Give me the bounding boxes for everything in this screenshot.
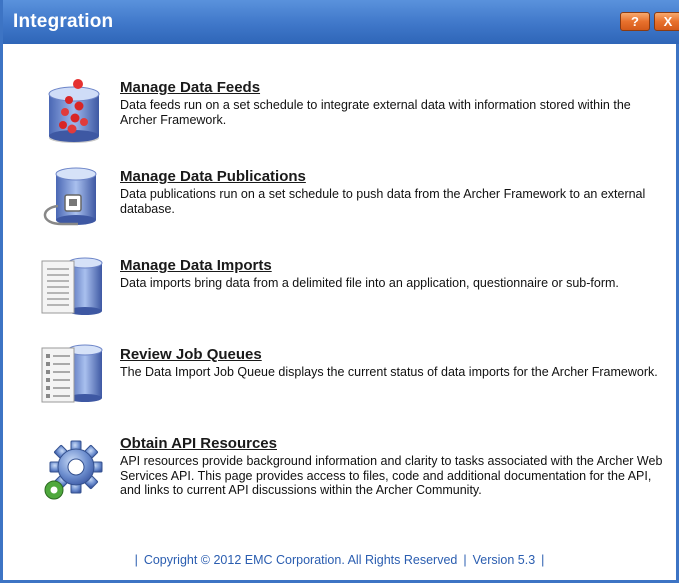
obtain-api-resources-link[interactable]: Obtain API Resources	[120, 435, 277, 452]
manage-data-publications-description: Data publications run on a set schedule …	[120, 187, 646, 216]
manage-data-publications-link[interactable]: Manage Data Publications	[120, 168, 306, 185]
footer: | Copyright © 2012 EMC Corporation. All R…	[3, 553, 676, 567]
review-job-queues-link[interactable]: Review Job Queues	[120, 346, 262, 363]
footer-separator: |	[134, 553, 138, 567]
data-imports-icon[interactable]	[38, 255, 108, 325]
copyright-text: Copyright © 2012 EMC Corporation. All Ri…	[143, 553, 458, 567]
version-text: Version 5.3	[472, 553, 536, 567]
data-feeds-icon[interactable]	[38, 78, 108, 148]
manage-data-feeds-link[interactable]: Manage Data Feeds	[120, 79, 260, 96]
review-job-queues-description: The Data Import Job Queue displays the c…	[120, 365, 658, 379]
close-button[interactable]: X	[654, 12, 679, 31]
help-button[interactable]: ?	[620, 12, 650, 31]
manage-data-imports-description: Data imports bring data from a delimited…	[120, 276, 619, 290]
manage-data-imports-link[interactable]: Manage Data Imports	[120, 257, 272, 274]
title-bar: Integration ? X	[3, 0, 679, 44]
window-title: Integration	[13, 11, 114, 32]
manage-data-feeds-description: Data feeds run on a set schedule to inte…	[120, 98, 631, 127]
api-resources-icon[interactable]	[38, 435, 108, 505]
job-queues-icon[interactable]	[38, 342, 108, 412]
footer-separator: |	[541, 553, 545, 567]
footer-separator: |	[463, 553, 467, 567]
integration-window: Integration ? X Manage Data Feeds Data f…	[0, 0, 679, 583]
obtain-api-resources-description: API resources provide background informa…	[120, 454, 663, 497]
data-publications-icon[interactable]	[38, 164, 108, 234]
